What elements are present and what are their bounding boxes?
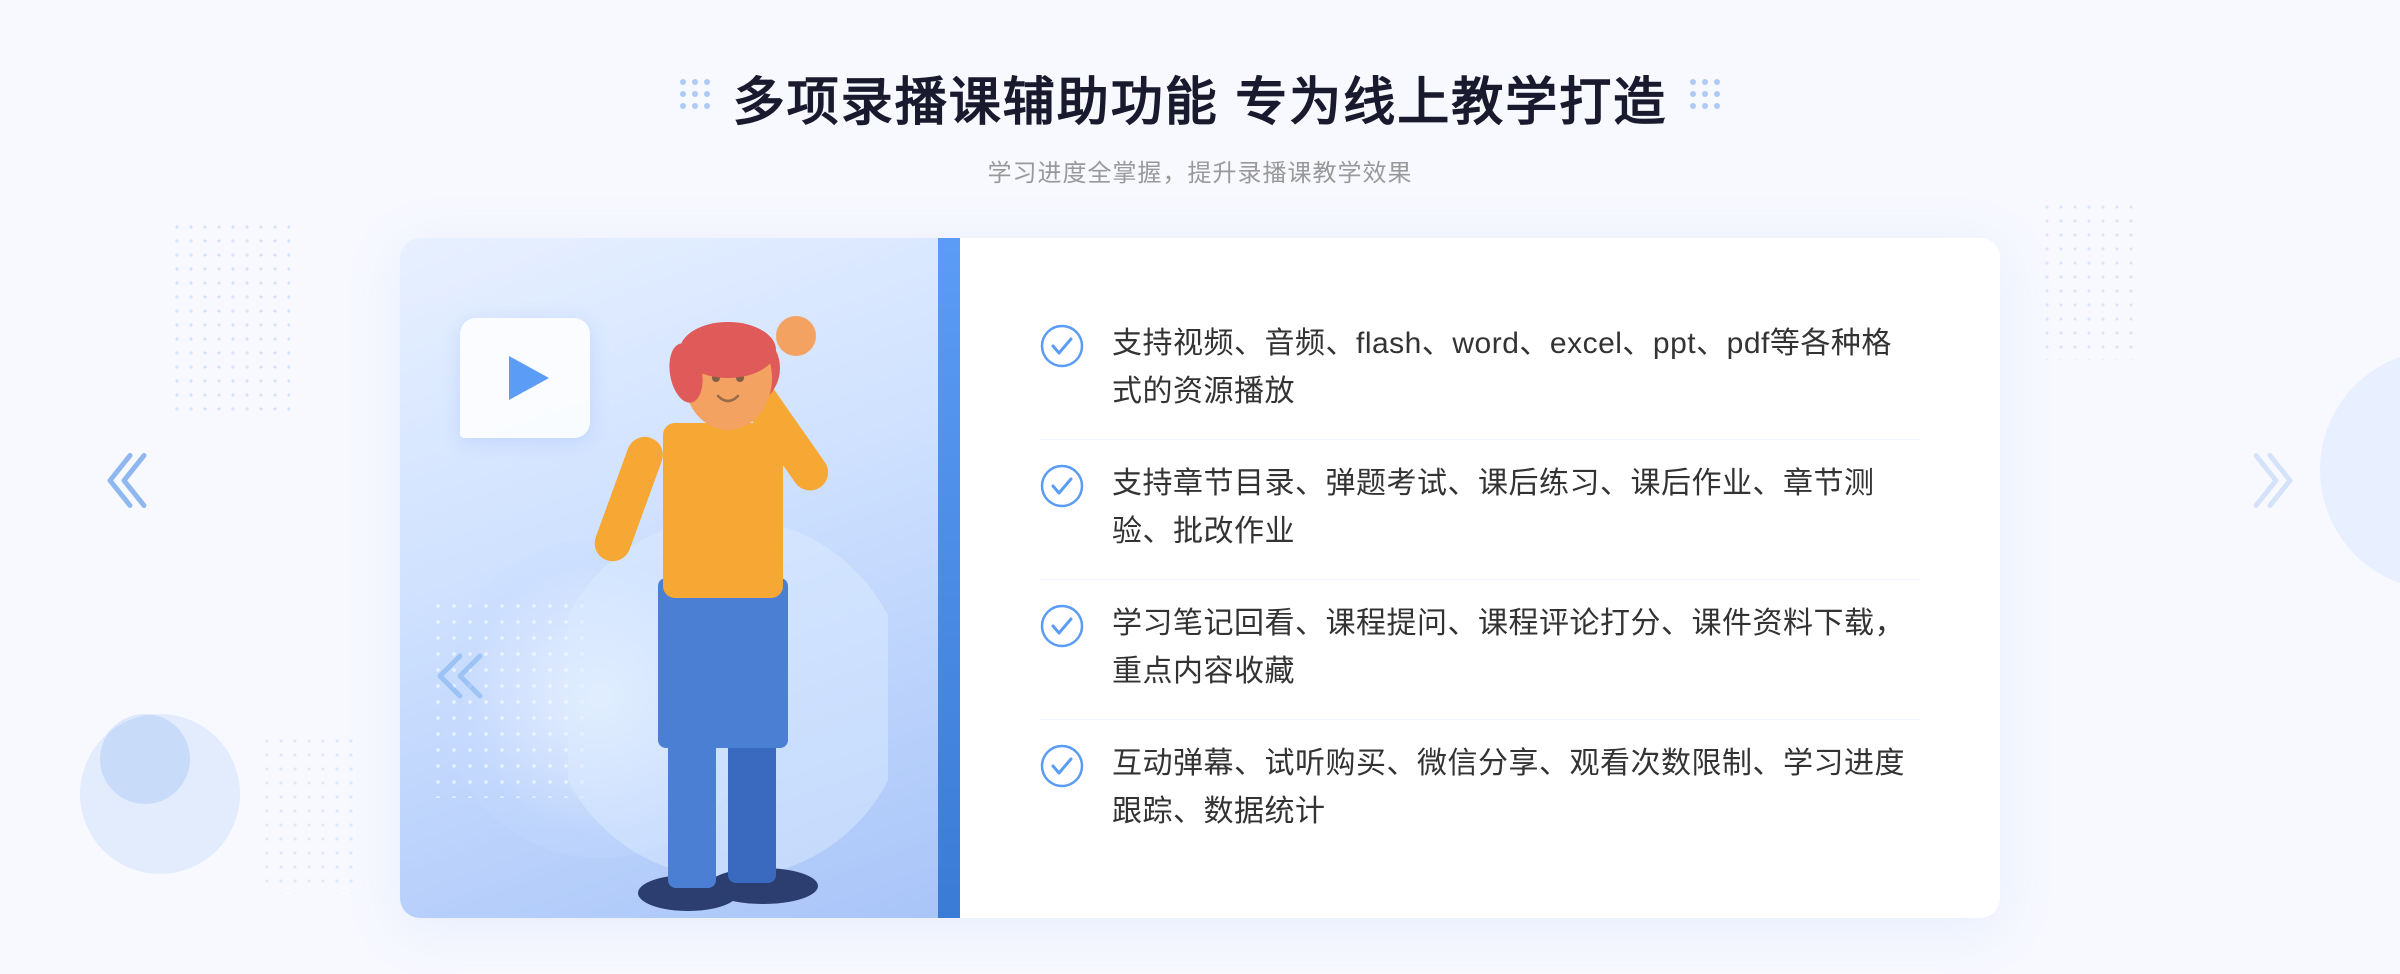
page-subtitle: 学习进度全掌握，提升录播课教学效果 <box>677 153 1723 188</box>
feature-text-1: 支持视频、音频、flash、word、excel、ppt、pdf等各种格式的资源… <box>1112 320 1920 416</box>
header-dots-right-icon <box>1687 76 1723 119</box>
page-container: 多项录播课辅助功能 专为线上教学打造 学习进度全掌握，提升录播课教学效果 <box>0 0 2400 974</box>
check-icon-3 <box>1040 604 1084 648</box>
feature-text-2: 支持章节目录、弹题考试、课后练习、课后作业、章节测验、批改作业 <box>1112 460 1920 556</box>
header-title-row: 多项录播课辅助功能 专为线上教学打造 <box>677 60 1723 135</box>
feature-item-1: 支持视频、音频、flash、word、excel、ppt、pdf等各种格式的资源… <box>1040 300 1920 436</box>
illustration-inner <box>400 238 960 918</box>
check-icon-4 <box>1040 744 1084 788</box>
feature-text-3: 学习笔记回看、课程提问、课程评论打分、课件资料下载，重点内容收藏 <box>1112 600 1920 696</box>
check-icon-2 <box>1040 464 1084 508</box>
main-content-card: 支持视频、音频、flash、word、excel、ppt、pdf等各种格式的资源… <box>400 238 2000 918</box>
play-triangle-icon <box>509 356 549 400</box>
feature-item-3: 学习笔记回看、课程提问、课程评论打分、课件资料下载，重点内容收藏 <box>1040 579 1920 716</box>
dots-decoration-left <box>170 220 290 420</box>
person-illustration <box>568 278 888 918</box>
feature-text-4: 互动弹幕、试听购买、微信分享、观看次数限制、学习进度跟踪、数据统计 <box>1112 740 1920 836</box>
feature-item-2: 支持章节目录、弹题考试、课后练习、课后作业、章节测验、批改作业 <box>1040 439 1920 576</box>
blue-accent-bar <box>938 238 960 918</box>
illustration-panel <box>400 238 960 918</box>
chevron-right-icon[interactable] <box>2250 446 2300 529</box>
illustration-chevron-icon <box>430 646 490 718</box>
chevron-left-icon[interactable] <box>100 446 150 529</box>
dots-decoration-bottom-left <box>260 734 360 894</box>
check-icon-1 <box>1040 324 1084 368</box>
header-section: 多项录播课辅助功能 专为线上教学打造 学习进度全掌握，提升录播课教学效果 <box>677 60 1723 188</box>
page-title: 多项录播课辅助功能 专为线上教学打造 <box>733 60 1667 135</box>
features-panel: 支持视频、音频、flash、word、excel、ppt、pdf等各种格式的资源… <box>960 238 2000 918</box>
circle-decoration-medium <box>100 714 190 804</box>
semicircle-decoration-right <box>2320 350 2400 590</box>
feature-item-4: 互动弹幕、试听购买、微信分享、观看次数限制、学习进度跟踪、数据统计 <box>1040 719 1920 856</box>
dots-decoration-right <box>2040 200 2140 360</box>
header-dots-left-icon <box>677 76 713 119</box>
